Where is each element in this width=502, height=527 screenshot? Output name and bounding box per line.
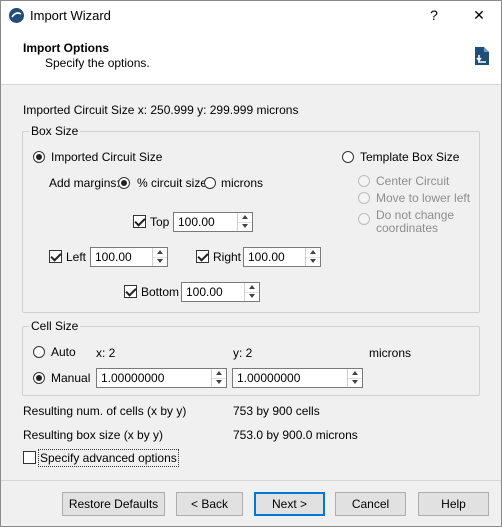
- cell-x-down-arrow-icon[interactable]: [212, 378, 226, 387]
- margins-microns-label[interactable]: microns: [221, 176, 263, 190]
- left-margin-down-arrow-icon[interactable]: [153, 257, 167, 266]
- page-title: Import Options: [23, 41, 109, 55]
- app-logo-icon: [9, 8, 24, 23]
- margins-microns-radio[interactable]: [204, 177, 216, 189]
- top-margin-down-arrow-icon[interactable]: [238, 222, 252, 231]
- result-box-value: 753.0 by 900.0 microns: [233, 428, 358, 442]
- cell-y-down-arrow-icon[interactable]: [348, 378, 362, 387]
- imported-circuit-size-radio[interactable]: [33, 151, 45, 163]
- bottom-margin-checkbox[interactable]: [124, 285, 137, 298]
- template-box-size-radio[interactable]: [342, 151, 354, 163]
- right-margin-down-arrow-icon[interactable]: [306, 257, 320, 266]
- cell-auto-radio[interactable]: [33, 346, 45, 358]
- template-box-size-label[interactable]: Template Box Size: [360, 150, 459, 164]
- imported-circuit-size-label[interactable]: Imported Circuit Size: [51, 150, 162, 164]
- box-size-title: Box Size: [29, 124, 81, 138]
- cell-manual-y-spinbox[interactable]: [232, 368, 363, 388]
- cell-units-label: microns: [369, 346, 412, 360]
- imported-circuit-size-text: Imported Circuit Size x: 250.999 y: 299.…: [23, 103, 299, 117]
- top-margin-checkbox[interactable]: [133, 215, 146, 228]
- cell-manual-x-input[interactable]: [99, 370, 211, 386]
- cell-auto-x-value: x: 2: [96, 346, 116, 360]
- percent-circuit-size-label[interactable]: % circuit size: [137, 176, 207, 190]
- window-title: Import Wizard: [30, 8, 111, 23]
- right-margin-input[interactable]: [246, 249, 306, 265]
- right-margin-label[interactable]: Right: [213, 250, 241, 264]
- button-separator: [1, 480, 501, 481]
- left-margin-label[interactable]: Left: [66, 250, 86, 264]
- center-circuit-radio[interactable]: [358, 175, 370, 187]
- back-button[interactable]: < Back: [176, 492, 243, 516]
- restore-defaults-button[interactable]: Restore Defaults: [62, 492, 165, 516]
- bottom-margin-label[interactable]: Bottom: [141, 285, 179, 299]
- result-box-label: Resulting box size (x by y): [23, 428, 164, 442]
- do-not-change-radio[interactable]: [358, 213, 370, 225]
- right-margin-checkbox[interactable]: [196, 250, 209, 263]
- top-margin-spinbox[interactable]: [173, 212, 253, 232]
- page-subtitle: Specify the options.: [45, 56, 150, 70]
- top-margin-input[interactable]: [176, 214, 238, 230]
- top-margin-label[interactable]: Top: [150, 215, 169, 229]
- cell-manual-radio[interactable]: [33, 372, 45, 384]
- result-cells-value: 753 by 900 cells: [233, 404, 320, 418]
- move-to-lower-left-label[interactable]: Move to lower left: [376, 191, 470, 205]
- cell-size-title: Cell Size: [29, 319, 81, 333]
- left-margin-checkbox[interactable]: [49, 250, 62, 263]
- cell-auto-label[interactable]: Auto: [51, 345, 76, 359]
- help-icon[interactable]: ?: [423, 5, 445, 25]
- add-margins-label: Add margins:: [49, 176, 120, 190]
- close-icon[interactable]: ✕: [468, 5, 490, 25]
- left-margin-input[interactable]: [93, 249, 153, 265]
- cell-manual-label[interactable]: Manual: [51, 371, 90, 385]
- advanced-options-label[interactable]: Specify advanced options: [38, 449, 179, 467]
- cell-auto-y-value: y: 2: [233, 346, 253, 360]
- center-circuit-label[interactable]: Center Circuit: [376, 174, 449, 188]
- help-button[interactable]: Help: [418, 492, 489, 516]
- advanced-options-checkbox[interactable]: [23, 451, 36, 464]
- document-import-icon: [474, 46, 490, 66]
- left-margin-spinbox[interactable]: [90, 247, 168, 267]
- percent-circuit-size-radio[interactable]: [118, 177, 130, 189]
- do-not-change-label[interactable]: Do not change: [376, 208, 454, 222]
- cell-manual-y-input[interactable]: [235, 370, 347, 386]
- bottom-margin-input[interactable]: [184, 284, 245, 300]
- move-to-lower-left-radio[interactable]: [358, 192, 370, 204]
- cell-manual-x-spinbox[interactable]: [96, 368, 227, 388]
- next-button[interactable]: Next >: [254, 492, 325, 516]
- bottom-margin-down-arrow-icon[interactable]: [245, 292, 259, 301]
- result-cells-label: Resulting num. of cells (x by y): [23, 404, 187, 418]
- do-not-change-label-line2[interactable]: coordinates: [376, 221, 438, 235]
- right-margin-spinbox[interactable]: [243, 247, 321, 267]
- bottom-margin-spinbox[interactable]: [181, 282, 260, 302]
- cancel-button[interactable]: Cancel: [335, 492, 406, 516]
